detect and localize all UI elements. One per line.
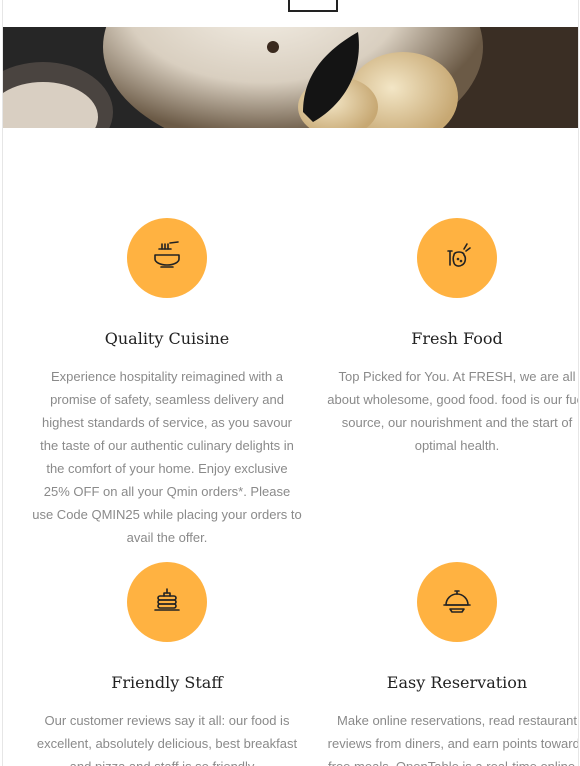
noodle-bowl-icon — [150, 239, 184, 278]
serving-dish-icon — [440, 583, 474, 622]
feature-fresh-food: Fresh Food Top Picked for You. At FRESH,… — [322, 218, 578, 478]
pancakes-icon — [150, 583, 184, 622]
feature-icon-circle — [127, 218, 207, 298]
feature-title: Fresh Food — [411, 329, 503, 348]
feature-description: Make online reservations, read restauran… — [327, 713, 578, 766]
feature-title: Easy Reservation — [386, 673, 528, 692]
feature-icon-circle — [417, 562, 497, 642]
feature-description: Experience hospitality reimagined with a… — [32, 369, 302, 545]
hero-banner-image — [3, 27, 578, 128]
feature-easy-reservation: Easy Reservation Make online reservation… — [322, 562, 578, 766]
feature-description: Our customer reviews say it all: our foo… — [36, 713, 298, 766]
feature-title: Quality Cuisine — [104, 329, 230, 348]
menu-toggle-button[interactable] — [288, 0, 338, 12]
feature-description: Top Picked for You. At FRESH, we are all… — [327, 369, 578, 453]
feature-quality-cuisine: Quality Cuisine Experience hospitality r… — [32, 218, 302, 548]
page-border-right — [578, 0, 579, 766]
feature-icon-circle — [127, 562, 207, 642]
feature-icon-circle — [417, 218, 497, 298]
feature-title: Friendly Staff — [111, 673, 223, 692]
vegetables-icon — [440, 239, 474, 278]
feature-friendly-staff: Friendly Staff Our customer reviews say … — [32, 562, 302, 766]
